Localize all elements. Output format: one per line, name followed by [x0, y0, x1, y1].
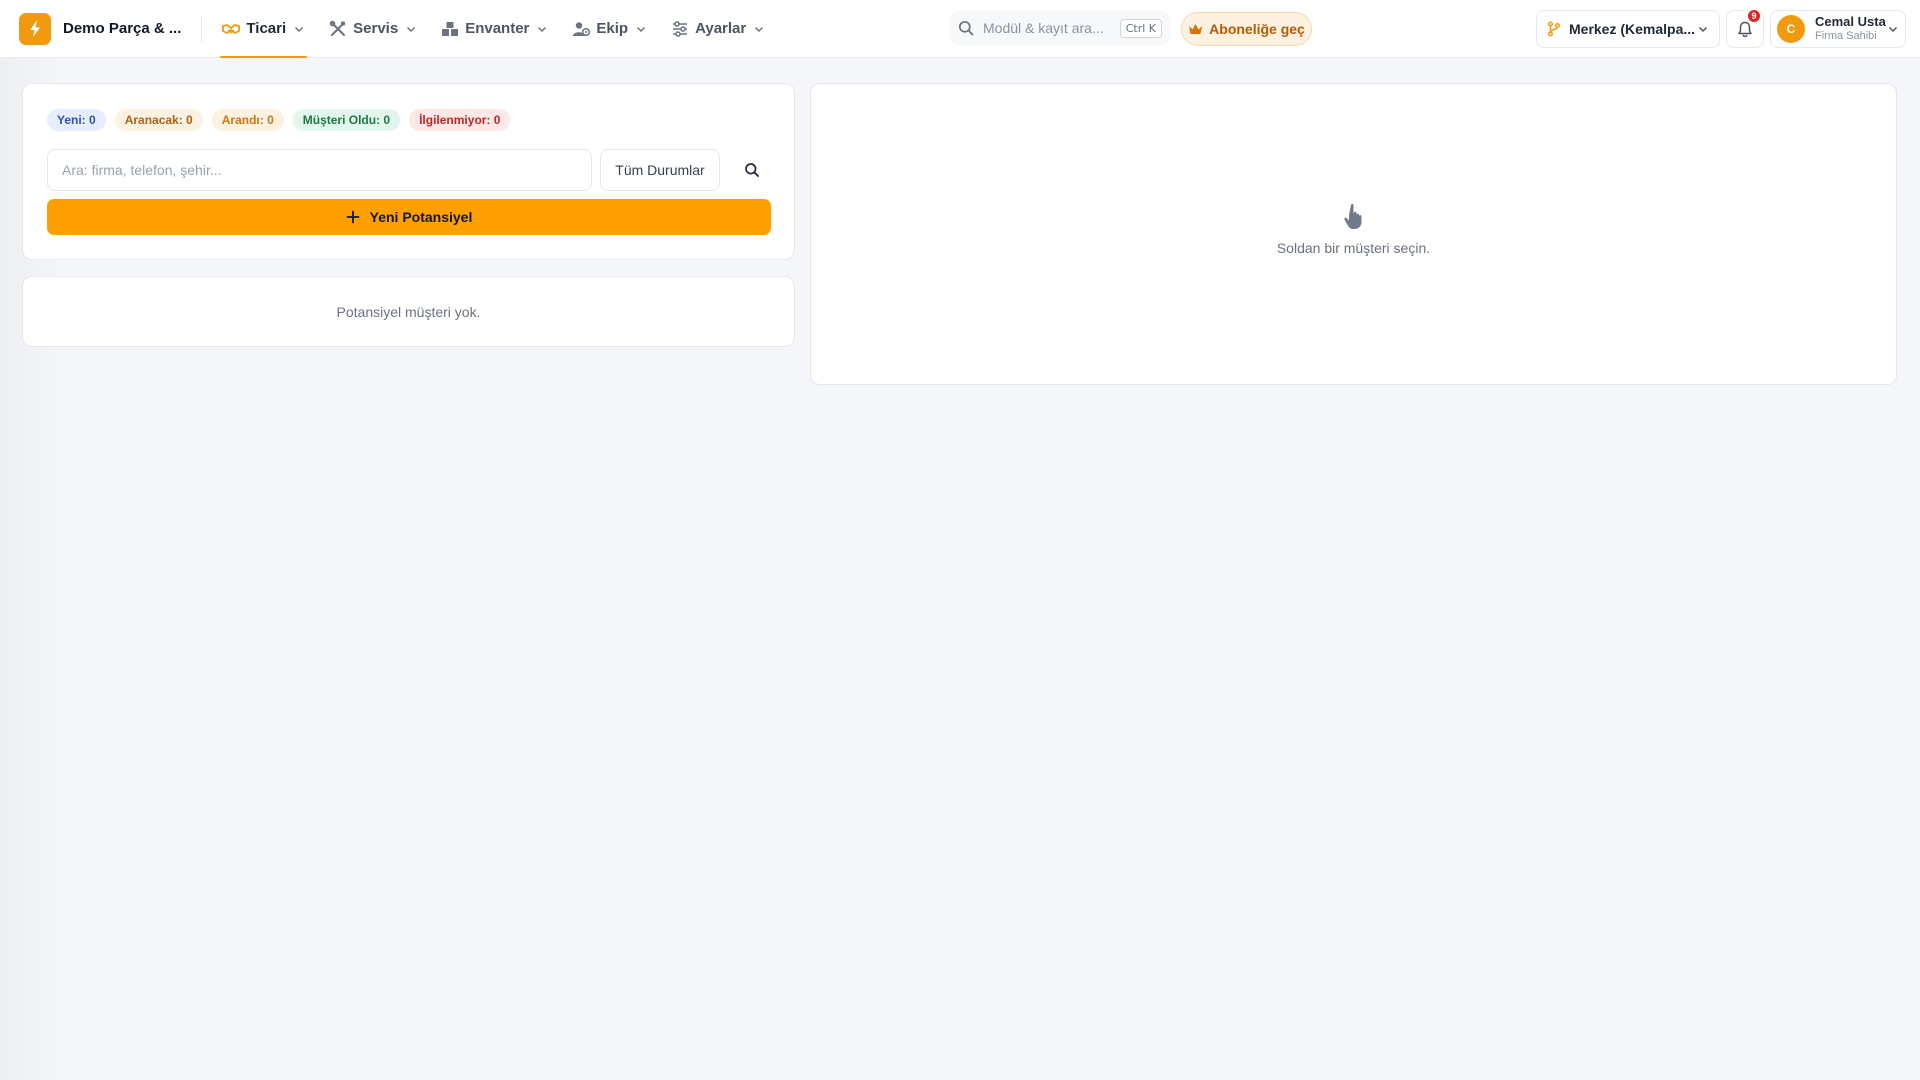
stat-badge-ilgilenmiyor[interactable]: İlgilenmiyor: 0	[409, 109, 511, 131]
user-menu[interactable]: C Cemal Usta Firma Sahibi	[1770, 10, 1906, 48]
main-nav: Ticari Servis Envanter Ekip Ayarlar	[220, 0, 787, 58]
stat-badge-musteri-oldu[interactable]: Müşteri Oldu: 0	[292, 109, 401, 131]
search-button[interactable]	[731, 149, 773, 191]
user-name: Cemal Usta	[1815, 14, 1886, 30]
user-role: Firma Sahibi	[1815, 30, 1877, 43]
nav-label: Ayarlar	[695, 20, 747, 37]
global-search-placeholder: Modül & kayıt ara...	[983, 20, 1104, 36]
bell-icon	[1738, 21, 1752, 37]
new-lead-button[interactable]: Yeni Potansiyel	[47, 199, 771, 235]
empty-list-message: Potansiyel müşteri yok.	[336, 303, 481, 320]
nav-label: Servis	[353, 20, 399, 37]
brand-name: Demo Parça & ...	[63, 20, 182, 37]
notification-badge: 9	[1747, 9, 1761, 23]
team-icon	[572, 20, 591, 38]
detail-placeholder: Soldan bir müşteri seçin.	[811, 202, 1896, 256]
branch-selector[interactable]: Merkez (Kemalpa...	[1536, 10, 1720, 48]
lead-list: Potansiyel müşteri yok.	[22, 276, 795, 347]
lead-search-input[interactable]	[47, 149, 592, 191]
search-icon	[958, 20, 974, 36]
crown-icon	[1188, 23, 1203, 36]
stat-badge-aranacak[interactable]: Aranacak: 0	[114, 109, 203, 131]
subscribe-button[interactable]: Aboneliğe geç	[1181, 12, 1312, 46]
shortcut-hint: Ctrl K	[1119, 18, 1162, 38]
chevron-down-icon	[1697, 23, 1709, 35]
chevron-down-icon	[293, 23, 305, 35]
global-search[interactable]: Modül & kayıt ara... Ctrl K	[950, 11, 1170, 45]
search-icon	[745, 163, 759, 177]
plus-icon	[346, 210, 360, 224]
chevron-down-icon	[635, 23, 647, 35]
chevron-down-icon	[405, 23, 417, 35]
nav-servis[interactable]: Servis	[327, 0, 419, 58]
notifications-button[interactable]: 9	[1726, 9, 1764, 48]
chevron-down-icon	[1887, 23, 1899, 35]
git-branch-icon	[1547, 21, 1561, 37]
hand-pointer-icon	[1340, 202, 1368, 232]
subscribe-label: Aboneliğe geç	[1209, 21, 1305, 37]
nav-envanter[interactable]: Envanter	[439, 0, 550, 58]
nav-label: Ticari	[246, 20, 287, 37]
sliders-icon	[671, 20, 689, 38]
detail-empty-message: Soldan bir müşteri seçin.	[1276, 240, 1431, 256]
nav-ekip[interactable]: Ekip	[570, 0, 649, 58]
warehouse-icon	[441, 20, 459, 38]
status-filter-select[interactable]: Tüm Durumlar	[600, 149, 720, 191]
nav-ayarlar[interactable]: Ayarlar	[669, 0, 767, 58]
divider	[201, 15, 203, 42]
new-lead-label: Yeni Potansiyel	[369, 209, 473, 225]
lightning-icon	[19, 12, 51, 45]
stat-badge-yeni[interactable]: Yeni: 0	[47, 109, 106, 131]
filter-panel: Yeni: 0 Aranacak: 0 Arandı: 0 Müşteri Ol…	[22, 83, 795, 260]
handshake-icon	[222, 20, 241, 38]
nav-ticari[interactable]: Ticari	[220, 0, 307, 58]
status-counts: Yeni: 0 Aranacak: 0 Arandı: 0 Müşteri Ol…	[47, 109, 519, 131]
nav-label: Ekip	[596, 20, 629, 37]
avatar: C	[1777, 15, 1805, 43]
tools-icon	[329, 20, 347, 38]
top-bar: Demo Parça & ... Ticari Servis Envanter	[0, 0, 1920, 58]
brand[interactable]: Demo Parça & ...	[19, 12, 182, 45]
nav-label: Envanter	[465, 20, 530, 37]
chevron-down-icon	[536, 23, 548, 35]
stat-badge-arandi[interactable]: Arandı: 0	[211, 109, 284, 131]
user-info: Cemal Usta Firma Sahibi	[1815, 14, 1887, 43]
chevron-down-icon	[753, 23, 765, 35]
detail-panel: Soldan bir müşteri seçin.	[810, 83, 1897, 385]
branch-label: Merkez (Kemalpa...	[1569, 21, 1696, 37]
